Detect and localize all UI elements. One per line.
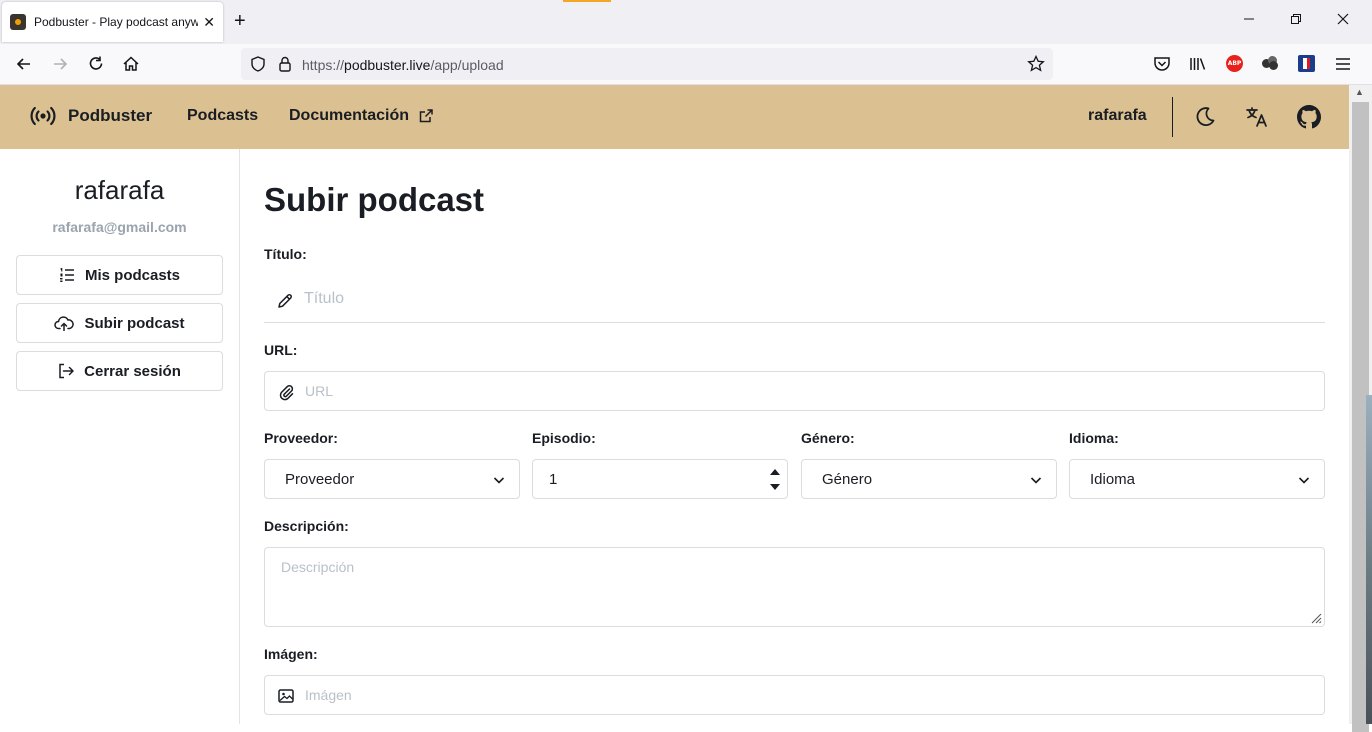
shield-icon[interactable] [249, 55, 267, 78]
profile-name: rafarafa [74, 175, 165, 205]
episode-value: 1 [549, 471, 558, 488]
extension-dots-icon[interactable] [1262, 56, 1278, 70]
header-divider [1172, 97, 1173, 137]
bookmark-star-icon[interactable] [1027, 54, 1045, 78]
upload-podcast-label: Subir podcast [84, 314, 185, 332]
tab-title: Podbuster - Play podcast anywhere [34, 15, 198, 29]
extension-badge-icon[interactable] [1298, 55, 1315, 72]
paperclip-icon [277, 383, 295, 401]
list-icon [59, 267, 74, 282]
chevron-down-icon [493, 477, 505, 484]
page-title: Subir podcast [264, 181, 485, 218]
home-icon[interactable] [121, 54, 141, 74]
episode-label: Episodio: [532, 430, 596, 446]
description-label: Descripción: [264, 518, 349, 534]
github-icon[interactable] [1297, 105, 1321, 129]
language-select[interactable]: Idioma [1069, 459, 1325, 499]
image-label: Imágen: [264, 646, 318, 662]
episode-stepper[interactable] [763, 460, 787, 498]
nav-podcasts[interactable]: Podcasts [187, 107, 258, 125]
pocket-icon[interactable] [1152, 54, 1172, 74]
menu-icon[interactable] [1333, 54, 1353, 74]
description-placeholder: Descripción [281, 559, 355, 575]
upload-podcast-button[interactable]: Subir podcast [16, 303, 223, 343]
chevron-down-icon [1298, 477, 1310, 484]
browser-tab-bar: Podbuster - Play podcast anywhere ✕ + [0, 0, 1372, 44]
translate-icon[interactable] [1245, 105, 1269, 129]
pencil-icon [276, 292, 294, 310]
nav-documentation-label: Documentación [289, 107, 410, 124]
description-textarea[interactable]: Descripción [264, 547, 1325, 627]
cloud-upload-icon [54, 316, 75, 331]
app-header: Podbuster Podcasts Documentación rafaraf… [0, 85, 1349, 149]
my-podcasts-button[interactable]: Mis podcasts [16, 255, 223, 295]
new-tab-icon[interactable]: + [234, 11, 246, 31]
provider-select[interactable]: Proveedor [264, 459, 520, 499]
logout-button[interactable]: Cerrar sesión [16, 351, 223, 391]
close-tab-icon[interactable]: ✕ [203, 14, 215, 31]
close-window-icon[interactable] [1337, 12, 1349, 28]
lock-icon[interactable] [277, 55, 293, 78]
brand-name: Podbuster [68, 106, 153, 125]
stepper-up-icon[interactable] [770, 469, 780, 475]
provider-selected-value: Proveedor [285, 471, 355, 488]
provider-label: Proveedor: [264, 430, 338, 446]
reload-icon[interactable] [86, 54, 106, 74]
profile-sidebar: rafarafa rafarafa@gmail.com Mis podcasts… [0, 149, 240, 724]
language-selected-value: Idioma [1090, 471, 1136, 488]
image-input[interactable]: Imágen [264, 675, 1325, 715]
tab-accent [563, 0, 611, 2]
url-text[interactable]: https://podbuster.live/app/upload [302, 57, 504, 73]
chevron-down-icon [1030, 477, 1042, 484]
broadcast-icon [30, 106, 56, 126]
adblock-plus-icon[interactable]: ABP [1226, 55, 1243, 72]
genre-selected-value: Género [822, 471, 873, 488]
upload-form: Subir podcast Título: Título URL: URL Pr… [240, 149, 1349, 724]
image-icon [277, 687, 295, 705]
url-input[interactable]: URL [264, 371, 1325, 411]
logout-label: Cerrar sesión [84, 362, 181, 380]
brand-link[interactable]: Podbuster [30, 105, 152, 127]
nav-documentation[interactable]: Documentación [289, 107, 434, 125]
title-label: Título: [264, 246, 307, 262]
url-label: URL: [264, 342, 298, 358]
profile-email: rafarafa@gmail.com [52, 219, 187, 235]
forward-icon[interactable] [50, 54, 70, 74]
minimize-icon[interactable] [1243, 12, 1255, 28]
title-input[interactable]: Título [264, 280, 1325, 323]
url-placeholder: URL [305, 383, 334, 399]
browser-nav-bar: https://podbuster.live/app/upload ABP [0, 44, 1372, 85]
genre-select[interactable]: Género [801, 459, 1057, 499]
back-icon[interactable] [14, 54, 34, 74]
url-bar[interactable]: https://podbuster.live/app/upload [241, 48, 1053, 80]
scroll-up-arrow-icon[interactable]: ▲ [1355, 87, 1364, 97]
browser-tab[interactable]: Podbuster - Play podcast anywhere ✕ [2, 2, 223, 42]
podcast-favicon-icon [10, 14, 26, 30]
stepper-down-icon[interactable] [770, 484, 780, 490]
library-icon[interactable] [1188, 54, 1208, 74]
restore-icon[interactable] [1290, 12, 1302, 28]
title-placeholder: Título [304, 290, 345, 307]
genre-label: Género: [801, 430, 855, 446]
external-link-icon [419, 109, 433, 123]
resize-grip-icon[interactable] [1308, 610, 1322, 624]
language-label: Idioma: [1069, 430, 1119, 446]
dark-mode-moon-icon[interactable] [1193, 105, 1217, 129]
episode-number-input[interactable]: 1 [532, 459, 788, 499]
desktop-background-strip [1366, 395, 1372, 724]
header-username[interactable]: rafarafa [1088, 107, 1147, 125]
my-podcasts-label: Mis podcasts [84, 266, 181, 284]
image-placeholder: Imágen [305, 687, 352, 703]
logout-icon [59, 363, 75, 379]
